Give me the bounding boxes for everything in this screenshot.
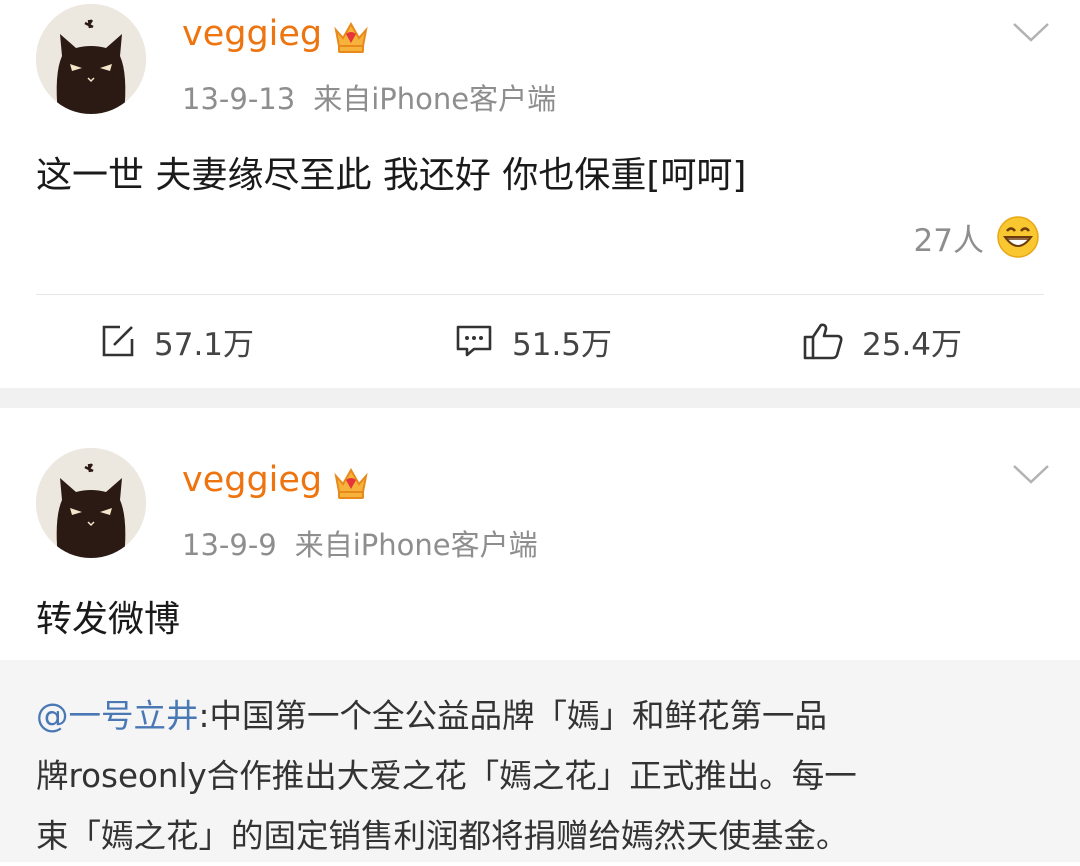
post-source[interactable]: 来自iPhone客户端	[313, 82, 556, 116]
comment-icon	[456, 325, 492, 357]
username[interactable]: veggieg	[182, 14, 322, 54]
post-text: 转发微博	[36, 599, 181, 640]
weibo-post: veggieg 13-9-13 来自iPhone客户端 这一世 夫妻缘尽至此 我还…	[0, 0, 1080, 388]
quoted-line: 束「嫣之花」的固定销售利润都将捐赠给嫣然天使基金。	[36, 817, 849, 855]
avatar[interactable]	[36, 448, 146, 558]
quoted-text: :中国第一个全公益品牌「嫣」和鲜花第一品	[198, 697, 827, 735]
quoted-post[interactable]: @一号立井:中国第一个全公益品牌「嫣」和鲜花第一品 牌roseonly合作推出大…	[0, 660, 1080, 862]
comment-button[interactable]: 51.5万	[454, 314, 612, 368]
chevron-down-icon[interactable]	[1010, 18, 1052, 46]
reactions-count: 27人	[913, 222, 984, 259]
post-actions: 57.1万 51.5万 25.4万	[0, 314, 1080, 368]
reactions-summary[interactable]: 27人	[914, 214, 1040, 260]
quoted-line: @一号立井:中国第一个全公益品牌「嫣」和鲜花第一品	[36, 686, 1044, 746]
post-source[interactable]: 来自iPhone客户端	[295, 528, 538, 562]
post-meta: 13-9-13 来自iPhone客户端	[182, 76, 574, 118]
weibo-post: veggieg 13-9-9 来自iPhone客户端 转发微博 @一号立井:中国第…	[0, 408, 1080, 862]
like-button[interactable]: 25.4万	[802, 314, 962, 368]
post-meta: 13-9-9 来自iPhone客户端	[182, 522, 556, 564]
post-text: 这一世 夫妻缘尽至此 我还好 你也保重[呵呵]	[36, 155, 747, 196]
post-date: 13-9-13	[182, 82, 296, 116]
comment-count: 51.5万	[512, 326, 613, 363]
chevron-down-icon[interactable]	[1010, 460, 1052, 488]
divider	[36, 294, 1044, 295]
black-cat-avatar-icon	[36, 4, 146, 114]
black-cat-avatar-icon	[36, 448, 146, 558]
repost-count: 57.1万	[154, 326, 255, 363]
crown-vip-icon[interactable]	[330, 462, 372, 504]
repost-icon	[102, 325, 134, 357]
quoted-line: 牌roseonly合作推出大爱之花「嫣之花」正式推出。每一	[36, 757, 857, 795]
repost-button[interactable]: 57.1万	[100, 314, 254, 368]
post-separator	[0, 388, 1080, 408]
thumbs-up-icon	[803, 323, 843, 360]
avatar[interactable]	[36, 4, 146, 114]
mention-link[interactable]: @一号立井	[36, 697, 199, 735]
like-count: 25.4万	[862, 326, 963, 363]
laugh-emoji-icon	[997, 216, 1039, 258]
crown-vip-icon[interactable]	[330, 16, 372, 58]
post-date: 13-9-9	[182, 528, 277, 562]
username[interactable]: veggieg	[182, 460, 322, 500]
